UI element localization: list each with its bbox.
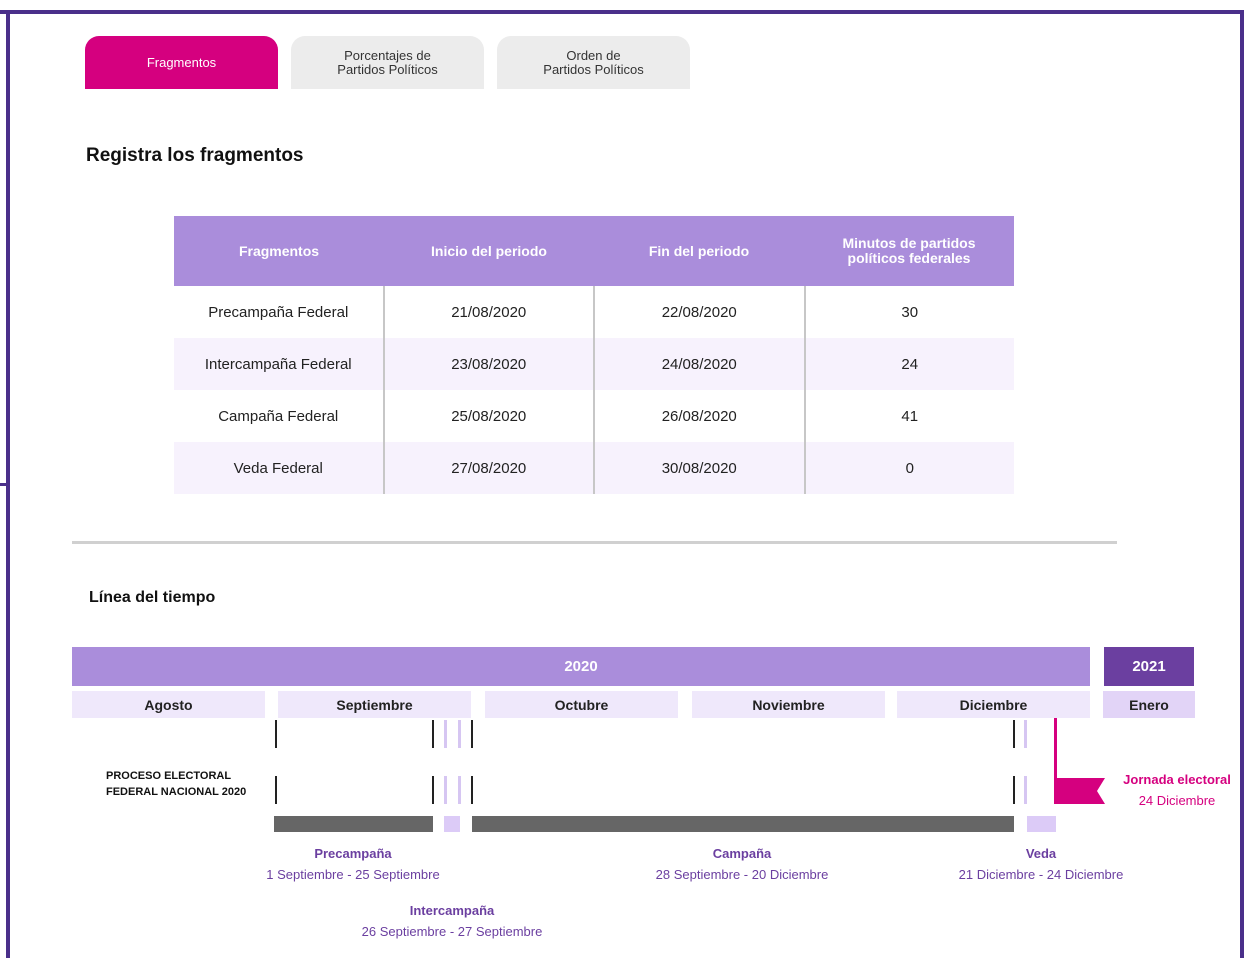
section-title: Registra los fragmentos bbox=[86, 145, 304, 166]
left-border-stub bbox=[0, 483, 10, 486]
cell-fragmento: Veda Federal bbox=[233, 459, 323, 477]
process-label-line2: FEDERAL NACIONAL 2020 bbox=[106, 786, 247, 798]
cell-inicio[interactable]: 23/08/2020 bbox=[382, 338, 594, 390]
cell-inicio[interactable]: 21/08/2020 bbox=[382, 286, 594, 338]
cell-fin[interactable]: 26/08/2020 bbox=[593, 390, 804, 442]
tab-label-line1: Porcentajes de bbox=[344, 47, 431, 63]
top-border bbox=[0, 0, 1244, 14]
process-label: PROCESO ELECTORAL FEDERAL NACIONAL 2020 bbox=[106, 768, 246, 800]
tick-marker bbox=[1013, 720, 1015, 748]
section-divider bbox=[72, 541, 1117, 544]
caption-campana: Campaña 28 Septiembre - 20 Diciembre bbox=[632, 843, 852, 885]
right-border bbox=[1240, 10, 1244, 958]
cell-fin[interactable]: 30/08/2020 bbox=[593, 442, 804, 494]
flag-icon bbox=[1057, 778, 1105, 804]
caption-title: Intercampaña bbox=[409, 903, 495, 918]
tick-marker bbox=[275, 776, 277, 804]
caption-title: Precampaña bbox=[314, 846, 392, 861]
tick-marker bbox=[444, 720, 447, 748]
timeline-title: Línea del tiempo bbox=[89, 589, 216, 606]
cell-fin[interactable]: 24/08/2020 bbox=[593, 338, 804, 390]
cell-inicio[interactable]: 27/08/2020 bbox=[382, 442, 594, 494]
table-row: Veda Federal 27/08/2020 30/08/2020 0 bbox=[174, 442, 1014, 494]
tick-marker bbox=[1024, 776, 1027, 804]
header-fragmentos: Fragmentos bbox=[238, 242, 320, 259]
tick-marker bbox=[471, 776, 473, 804]
month-diciembre: Diciembre bbox=[897, 691, 1090, 718]
cell-minutos[interactable]: 24 bbox=[803, 338, 1015, 390]
tick-marker bbox=[432, 776, 434, 804]
tab-fragmentos[interactable]: Fragmentos bbox=[85, 36, 278, 89]
caption-veda: Veda 21 Diciembre - 24 Diciembre bbox=[941, 843, 1141, 885]
tab-porcentajes-partidos[interactable]: Porcentajes de Partidos Políticos bbox=[291, 36, 484, 89]
cell-fin[interactable]: 22/08/2020 bbox=[593, 286, 804, 338]
year-2020-band: 2020 bbox=[72, 647, 1090, 686]
tick-marker bbox=[432, 720, 434, 748]
cell-inicio[interactable]: 25/08/2020 bbox=[382, 390, 594, 442]
tick-marker bbox=[1024, 720, 1027, 748]
bar-precampana bbox=[274, 816, 433, 832]
cell-minutos[interactable]: 30 bbox=[803, 286, 1015, 338]
cell-minutos[interactable]: 41 bbox=[803, 390, 1015, 442]
caption-title: Campaña bbox=[712, 846, 772, 861]
cell-fragmento: Intercampaña Federal bbox=[204, 355, 352, 373]
header-minutos: Minutos de partidos políticos federales bbox=[842, 235, 976, 266]
month-octubre: Octubre bbox=[485, 691, 678, 718]
caption-range: 21 Diciembre - 24 Diciembre bbox=[958, 867, 1124, 882]
tab-bar: Fragmentos Porcentajes de Partidos Polít… bbox=[85, 36, 690, 89]
month-septiembre: Septiembre bbox=[278, 691, 471, 718]
tab-label-line2: Partidos Políticos bbox=[337, 61, 438, 77]
caption-title: Veda bbox=[1025, 846, 1057, 861]
bar-veda bbox=[1027, 816, 1056, 832]
tab-orden-partidos[interactable]: Orden de Partidos Políticos bbox=[497, 36, 690, 89]
caption-range: 24 Diciembre bbox=[1138, 793, 1216, 808]
table-row: Campaña Federal 25/08/2020 26/08/2020 41 bbox=[174, 390, 1014, 442]
tick-marker bbox=[471, 720, 473, 748]
table-row: Precampaña Federal 21/08/2020 22/08/2020… bbox=[174, 286, 1014, 338]
caption-range: 26 Septiembre - 27 Septiembre bbox=[361, 924, 543, 939]
caption-precampana: Precampaña 1 Septiembre - 25 Septiembre bbox=[253, 843, 453, 885]
cell-fragmento: Precampaña Federal bbox=[208, 303, 349, 321]
tick-marker bbox=[444, 776, 447, 804]
process-label-line1: PROCESO ELECTORAL bbox=[106, 770, 232, 782]
caption-title: Jornada electoral bbox=[1123, 772, 1231, 787]
tick-marker bbox=[1013, 776, 1015, 804]
tab-label-line1: Orden de bbox=[566, 47, 621, 63]
month-agosto: Agosto bbox=[72, 691, 265, 718]
header-fin: Fin del periodo bbox=[648, 242, 750, 259]
tab-label: Fragmentos bbox=[146, 54, 217, 70]
month-noviembre: Noviembre bbox=[692, 691, 885, 718]
bar-intercampana bbox=[444, 816, 460, 832]
caption-intercampana: Intercampaña 26 Septiembre - 27 Septiemb… bbox=[342, 900, 562, 942]
cell-minutos[interactable]: 0 bbox=[803, 442, 1015, 494]
cell-fragmento: Campaña Federal bbox=[218, 407, 339, 425]
table-row: Intercampaña Federal 23/08/2020 24/08/20… bbox=[174, 338, 1014, 390]
caption-range: 28 Septiembre - 20 Diciembre bbox=[655, 867, 829, 882]
year-2021-band: 2021 bbox=[1104, 647, 1194, 686]
tab-label-line2: Partidos Políticos bbox=[543, 61, 644, 77]
month-enero: Enero bbox=[1103, 691, 1195, 718]
tick-marker bbox=[275, 720, 277, 748]
caption-jornada-electoral: Jornada electoral 24 Diciembre bbox=[1114, 769, 1240, 811]
table-header: Fragmentos Inicio del periodo Fin del pe… bbox=[174, 216, 1014, 286]
caption-range: 1 Septiembre - 25 Septiembre bbox=[266, 867, 440, 882]
fragments-table: Fragmentos Inicio del periodo Fin del pe… bbox=[174, 216, 1014, 494]
tick-marker bbox=[458, 776, 461, 804]
bar-campana bbox=[472, 816, 1014, 832]
tick-marker bbox=[458, 720, 461, 748]
header-inicio: Inicio del periodo bbox=[431, 242, 547, 259]
